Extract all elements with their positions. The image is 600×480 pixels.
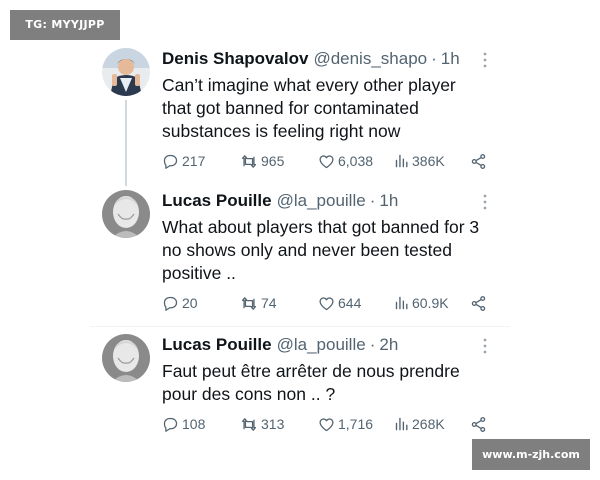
tweet-time[interactable]: 2h [379, 334, 398, 356]
tweet-body: Lucas Pouille @la_pouille · 1h What abou… [162, 190, 502, 311]
reply-button[interactable]: 217 [162, 153, 205, 170]
tweet-header: Lucas Pouille @la_pouille · 2h [162, 334, 502, 356]
more-icon[interactable] [482, 338, 488, 354]
tweet-actions: 217 965 6,038 386K [162, 151, 502, 171]
like-count: 1,716 [338, 416, 374, 432]
author-name[interactable]: Denis Shapovalov [162, 48, 308, 70]
author-handle[interactable]: @denis_shapo [313, 48, 427, 70]
separator-dot: · [431, 49, 437, 68]
tweet-pouille-2[interactable]: Lucas Pouille @la_pouille · 2h Faut peut… [102, 334, 502, 444]
like-icon [319, 154, 334, 168]
author-handle[interactable]: @la_pouille [277, 334, 366, 356]
tweet-text: Can’t imagine what every other player th… [162, 75, 456, 141]
retweet-button[interactable]: 965 [240, 153, 284, 170]
tweet-actions: 20 74 644 60.9K [162, 293, 502, 313]
reply-count: 20 [182, 295, 198, 311]
tweet-body: Lucas Pouille @la_pouille · 2h Faut peut… [162, 334, 502, 432]
share-icon [471, 153, 486, 169]
author-handle[interactable]: @la_pouille [277, 190, 366, 212]
avatar[interactable] [102, 334, 150, 382]
like-button[interactable]: 644 [318, 295, 361, 312]
more-icon[interactable] [482, 194, 488, 210]
retweet-icon [241, 154, 257, 168]
tweet-time[interactable]: 1h [441, 48, 460, 70]
share-icon [471, 416, 486, 432]
avatar[interactable] [102, 48, 150, 96]
views-icon [395, 296, 408, 310]
retweet-count: 313 [261, 416, 285, 432]
watermark-top-left: TG: MYYJJPP [10, 10, 120, 40]
reply-count: 217 [182, 153, 206, 169]
reply-button[interactable]: 20 [162, 295, 198, 312]
tweet-header: Lucas Pouille @la_pouille · 1h [162, 190, 502, 212]
tweet-body: Denis Shapovalov @denis_shapo · 1h Can’t… [162, 48, 502, 169]
views-icon [395, 154, 408, 168]
views-button[interactable]: 60.9K [394, 295, 449, 311]
views-count: 60.9K [412, 295, 449, 311]
separator-dot: · [369, 191, 376, 210]
more-icon[interactable] [482, 52, 488, 68]
retweet-button[interactable]: 74 [240, 295, 277, 312]
share-button[interactable] [470, 153, 487, 170]
author-name[interactable]: Lucas Pouille [162, 334, 272, 356]
reply-button[interactable]: 108 [162, 416, 205, 433]
views-count: 386K [412, 153, 445, 169]
tweet-divider [90, 326, 510, 327]
retweet-button[interactable]: 313 [240, 416, 284, 433]
share-button[interactable] [470, 295, 487, 312]
retweet-icon [241, 417, 257, 431]
share-icon [471, 295, 486, 311]
like-button[interactable]: 6,038 [318, 153, 373, 170]
reply-icon [163, 296, 178, 311]
separator-dot: · [369, 335, 376, 354]
tweet-shapovalov[interactable]: Denis Shapovalov @denis_shapo · 1h Can’t… [102, 48, 502, 178]
reply-count: 108 [182, 416, 206, 432]
retweet-count: 965 [261, 153, 285, 169]
retweet-count: 74 [261, 295, 277, 311]
tweet-header: Denis Shapovalov @denis_shapo · 1h [162, 48, 502, 70]
tweet-time[interactable]: 1h [379, 190, 398, 212]
like-icon [319, 417, 334, 431]
reply-icon [163, 417, 178, 432]
views-count: 268K [412, 416, 445, 432]
views-button[interactable]: 386K [394, 153, 445, 169]
like-button[interactable]: 1,716 [318, 416, 373, 433]
like-count: 644 [338, 295, 362, 311]
views-button[interactable]: 268K [394, 416, 445, 432]
retweet-icon [241, 296, 257, 310]
reply-icon [163, 154, 178, 169]
avatar[interactable] [102, 190, 150, 238]
like-count: 6,038 [338, 153, 374, 169]
share-button[interactable] [470, 416, 487, 433]
author-name[interactable]: Lucas Pouille [162, 190, 272, 212]
tweet-pouille-1[interactable]: Lucas Pouille @la_pouille · 1h What abou… [102, 190, 502, 320]
tweet-text: What about players that got banned for 3… [162, 217, 480, 283]
like-icon [319, 296, 334, 310]
tweet-actions: 108 313 1,716 268K [162, 414, 502, 434]
views-icon [395, 417, 408, 431]
tweet-text: Faut peut être arrêter de nous prendre p… [162, 361, 460, 404]
